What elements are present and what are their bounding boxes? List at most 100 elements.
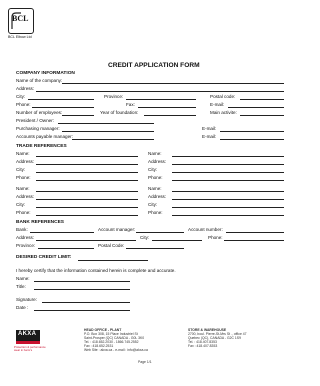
certify-title-label: Title: <box>16 284 26 289</box>
ref1-name-field[interactable] <box>36 156 138 157</box>
bank-address-field[interactable] <box>36 240 136 241</box>
account-number-label: Account number: <box>188 227 223 232</box>
ref4-name-label: Name: <box>148 186 162 191</box>
ref2-address-label: Address: <box>148 159 167 164</box>
payable-email-field[interactable] <box>220 139 284 140</box>
company-fax-field[interactable] <box>138 107 196 108</box>
signature-label: Signature: <box>16 297 37 302</box>
ref1-address-label: Address: <box>16 159 35 164</box>
company-postal-field[interactable] <box>240 99 284 100</box>
ref2-address-field[interactable] <box>172 164 284 165</box>
payable-email-label: E-mail: <box>202 134 217 139</box>
bank-city-field[interactable] <box>152 240 202 241</box>
date-field[interactable] <box>34 310 130 311</box>
company-phone-field[interactable] <box>32 107 94 108</box>
footer-col1-line: Web Site : akxa.ca - e-mail : info@akxa.… <box>84 348 148 352</box>
bank-field[interactable] <box>30 232 94 233</box>
ref2-phone-label: Phone: <box>148 175 163 180</box>
credit-limit-field[interactable] <box>78 260 148 261</box>
company-name-field[interactable] <box>62 83 284 84</box>
ref4-phone-label: Phone: <box>148 210 163 215</box>
ref1-city-field[interactable] <box>36 172 138 173</box>
ref1-address-field[interactable] <box>36 164 138 165</box>
company-city-field[interactable] <box>28 99 94 100</box>
ref3-name-label: Name: <box>16 186 30 191</box>
ref1-phone-field[interactable] <box>36 180 138 181</box>
purchasing-email-label: E-mail: <box>202 126 217 131</box>
certify-name-label: Name: <box>16 276 30 281</box>
form-title: CREDIT APPLICATION FORM <box>108 62 200 69</box>
certify-statement: I hereby certify that the information co… <box>16 268 176 273</box>
payable-field[interactable] <box>72 139 154 140</box>
bank-city-label: City: <box>140 235 150 240</box>
company-tagline: BCL Elbow Ltd <box>8 35 32 39</box>
footer-col1: HEAD OFFICE - PLANT P.O. Box 308, 15 Pla… <box>84 328 148 352</box>
president-label: President / Owner: <box>16 118 55 123</box>
bank-postal-label: Postal Code: <box>98 243 125 248</box>
company-address-label: Address: <box>16 86 35 91</box>
bank-province-label: Province: <box>16 243 36 248</box>
company-name-label: Name of the company: <box>16 78 63 83</box>
ref4-address-field[interactable] <box>172 199 284 200</box>
page-number: Page 1/1 <box>138 360 152 364</box>
president-field[interactable] <box>58 123 154 124</box>
logo-text: BCL <box>12 14 29 23</box>
foundation-label: Year of foundation: <box>100 110 139 115</box>
activity-label: Main activite: <box>210 110 237 115</box>
bank-phone-field[interactable] <box>224 240 284 241</box>
certify-title-field[interactable] <box>34 289 130 290</box>
bank-postal-field[interactable] <box>126 248 184 249</box>
company-fax-label: Fax: <box>126 102 135 107</box>
footer-brand-sub: Protection & performance wear in harm's <box>14 345 46 353</box>
company-address-field[interactable] <box>36 91 284 92</box>
bank-label: Bank: <box>16 227 28 232</box>
ref4-phone-field[interactable] <box>172 215 284 216</box>
bank-province-field[interactable] <box>38 248 94 249</box>
account-number-field[interactable] <box>226 232 284 233</box>
ref4-name-field[interactable] <box>172 191 284 192</box>
bank-phone-label: Phone: <box>208 235 223 240</box>
footer-brand: AKXA <box>18 331 37 337</box>
company-email-field[interactable] <box>228 107 284 108</box>
ref3-phone-label: Phone: <box>16 210 31 215</box>
purchasing-label: Purchasing manager: <box>16 126 60 131</box>
company-email-label: E-mail: <box>210 102 225 107</box>
purchasing-email-field[interactable] <box>220 131 284 132</box>
account-manager-label: Account manager: <box>98 227 136 232</box>
ref2-name-label: Name: <box>148 151 162 156</box>
employees-label: Number of employees: <box>16 110 63 115</box>
foundation-field[interactable] <box>144 115 196 116</box>
ref3-city-field[interactable] <box>36 207 138 208</box>
ref3-address-field[interactable] <box>36 199 138 200</box>
ref4-city-label: City: <box>148 202 158 207</box>
ref4-city-field[interactable] <box>172 207 284 208</box>
company-city-label: City: <box>16 94 26 99</box>
company-province-field[interactable] <box>126 99 196 100</box>
ref2-name-field[interactable] <box>172 156 284 157</box>
ref3-phone-field[interactable] <box>36 215 138 216</box>
company-phone-label: Phone: <box>16 102 31 107</box>
employees-field[interactable] <box>62 115 94 116</box>
section-bank-refs: BANK REFERENCES <box>16 220 64 225</box>
date-label: Date : <box>16 305 29 310</box>
ref2-city-label: City: <box>148 167 158 172</box>
ref3-name-field[interactable] <box>36 191 138 192</box>
ref2-city-field[interactable] <box>172 172 284 173</box>
ref1-name-label: Name: <box>16 151 30 156</box>
company-postal-label: Postal code: <box>210 94 236 99</box>
certify-name-field[interactable] <box>34 281 130 282</box>
activity-field[interactable] <box>240 115 284 116</box>
ref1-phone-label: Phone: <box>16 175 31 180</box>
footer-col2-line: Fax : 418.407.8353 <box>188 344 218 348</box>
ref3-city-label: City: <box>16 202 26 207</box>
ref4-address-label: Address: <box>148 194 167 199</box>
bank-address-label: Address: <box>16 235 35 240</box>
section-trade-refs: TRADE REFERENCES <box>16 144 67 149</box>
footer-col2: STORE & WAREHOUSE 2700, boul. Pierre-St-… <box>188 328 247 348</box>
payable-label: Accounts payable manager: <box>16 134 73 139</box>
signature-field[interactable] <box>42 302 130 303</box>
ref2-phone-field[interactable] <box>172 180 284 181</box>
purchasing-field[interactable] <box>62 131 154 132</box>
account-manager-field[interactable] <box>136 232 184 233</box>
company-province-label: Province: <box>104 94 124 99</box>
